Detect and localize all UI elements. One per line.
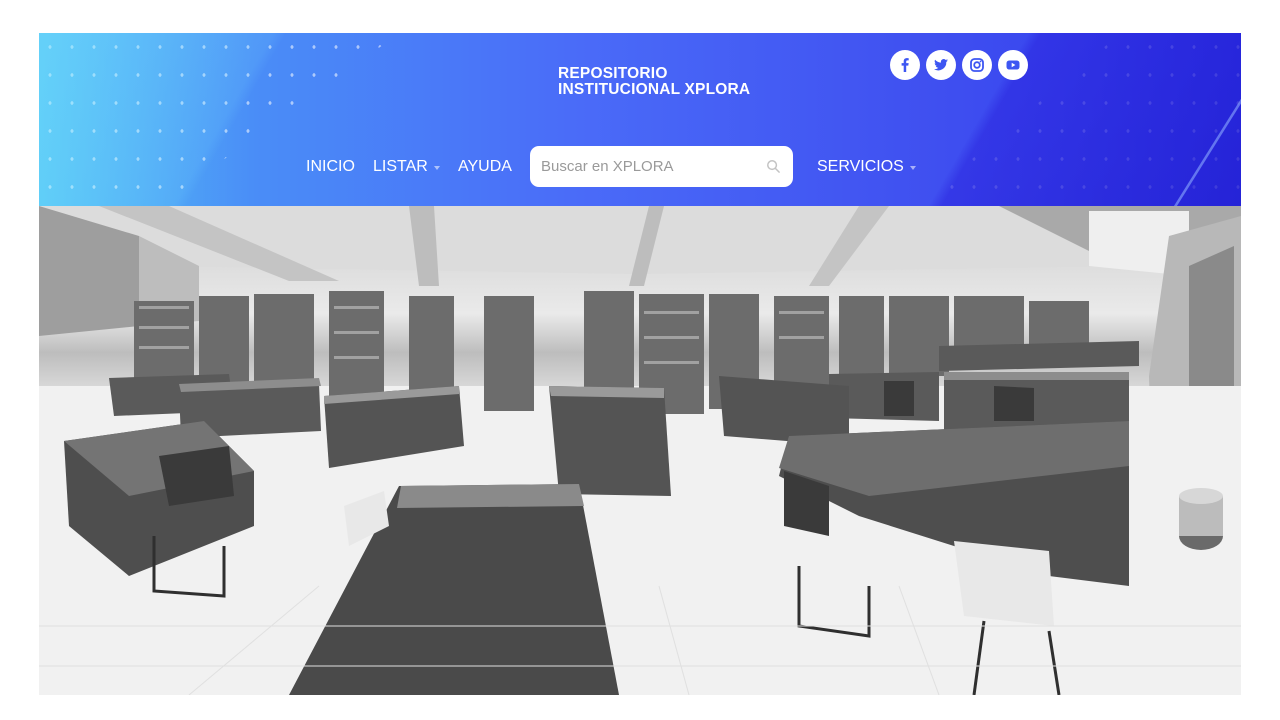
nav-inicio[interactable]: INICIO <box>306 158 355 176</box>
nav-listar[interactable]: LISTAR <box>373 158 440 176</box>
youtube-icon[interactable] <box>998 50 1028 80</box>
nav-servicios[interactable]: SERVICIOS <box>817 158 916 176</box>
site-logo-link[interactable]: REPOSITORIO INSTITUCIONAL XPLORA <box>558 66 750 98</box>
social-links <box>890 50 1028 80</box>
hero-library-photo <box>39 206 1241 695</box>
nav-inicio-label: INICIO <box>306 158 355 175</box>
library-reading-room-image <box>39 206 1241 695</box>
site-header: REPOSITORIO INSTITUCIONAL XPLORA INICIO … <box>39 33 1241 206</box>
instagram-icon[interactable] <box>962 50 992 80</box>
nav-ayuda[interactable]: AYUDA <box>458 158 512 176</box>
search-icon[interactable] <box>753 146 793 187</box>
chevron-down-icon <box>909 166 916 170</box>
nav-ayuda-label: AYUDA <box>458 158 512 175</box>
facebook-icon[interactable] <box>890 50 920 80</box>
nav-servicios-label: SERVICIOS <box>817 158 904 175</box>
nav-listar-label: LISTAR <box>373 158 428 175</box>
brand-line-2: INSTITUCIONAL XPLORA <box>558 81 751 98</box>
chevron-down-icon <box>433 166 440 170</box>
page: REPOSITORIO INSTITUCIONAL XPLORA INICIO … <box>39 33 1241 695</box>
twitter-icon[interactable] <box>926 50 956 80</box>
brand-line-1: REPOSITORIO <box>558 65 668 82</box>
search-box <box>530 146 793 187</box>
search-input[interactable] <box>530 146 753 187</box>
